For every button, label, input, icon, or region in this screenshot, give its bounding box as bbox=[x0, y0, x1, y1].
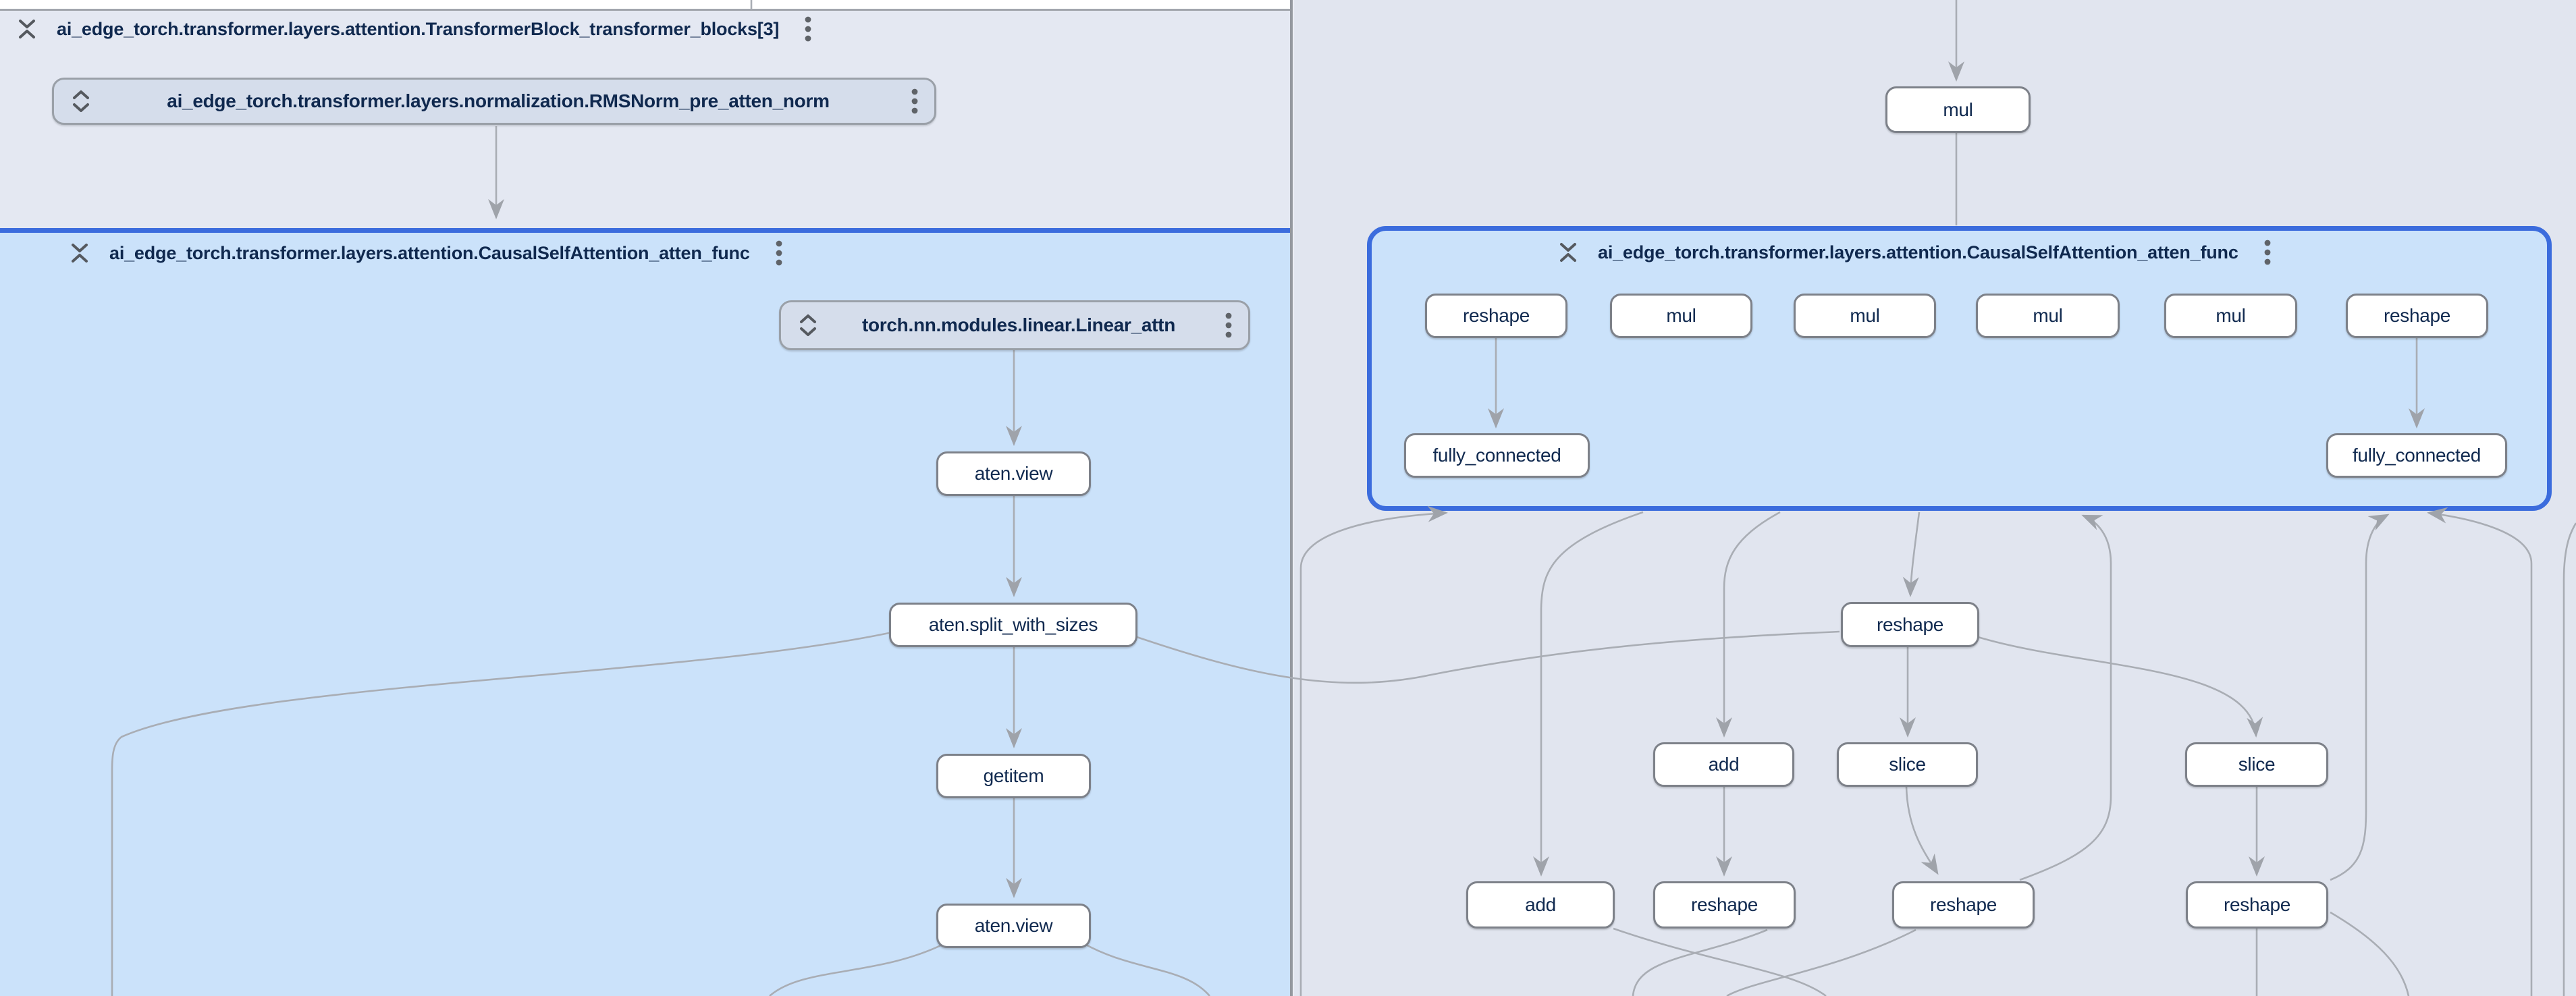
op-node-add-bottom[interactable]: add bbox=[1466, 881, 1615, 929]
attention-group-left-title: ai_edge_torch.transformer.layers.attenti… bbox=[109, 243, 750, 264]
op-node-reshape-right[interactable]: reshape bbox=[2346, 294, 2488, 338]
op-label: mul bbox=[1943, 99, 1973, 121]
canvas-top-strip bbox=[0, 0, 1291, 11]
layer-node-rmsnorm[interactable]: ai_edge_torch.transformer.layers.normali… bbox=[52, 78, 936, 125]
unfold-less-icon[interactable] bbox=[1556, 238, 1580, 267]
unfold-less-icon[interactable] bbox=[15, 14, 39, 44]
op-label: reshape bbox=[1930, 894, 1997, 916]
op-node-getitem[interactable]: getitem bbox=[936, 754, 1091, 798]
op-label: reshape bbox=[1691, 894, 1758, 916]
op-node-fully-connected-left[interactable]: fully_connected bbox=[1404, 433, 1590, 478]
op-label: slice bbox=[2238, 754, 2276, 775]
op-node-reshape-b1[interactable]: reshape bbox=[1653, 881, 1796, 929]
op-label: reshape bbox=[2384, 305, 2450, 327]
op-label: add bbox=[1525, 894, 1556, 916]
op-node-slice-mid[interactable]: slice bbox=[1837, 742, 1978, 787]
op-node-slice-right[interactable]: slice bbox=[2185, 742, 2328, 787]
unfold-more-icon[interactable] bbox=[796, 310, 820, 340]
op-label: aten.view bbox=[975, 915, 1053, 937]
kebab-menu-icon[interactable] bbox=[774, 238, 784, 269]
op-label: mul bbox=[2033, 305, 2062, 327]
op-node-reshape-b2[interactable]: reshape bbox=[1892, 881, 2035, 929]
op-label: slice bbox=[1889, 754, 1926, 775]
op-node-mul-3[interactable]: mul bbox=[1976, 294, 2120, 338]
group-divider-border bbox=[1290, 0, 1293, 996]
op-label: reshape bbox=[1463, 305, 1530, 327]
op-label: getitem bbox=[984, 765, 1044, 787]
layer-node-label: ai_edge_torch.transformer.layers.normali… bbox=[93, 90, 903, 112]
op-node-fully-connected-right[interactable]: fully_connected bbox=[2326, 433, 2507, 478]
op-node-mul-4[interactable]: mul bbox=[2164, 294, 2297, 338]
op-node-aten-view-1[interactable]: aten.view bbox=[936, 451, 1091, 496]
op-label: mul bbox=[2216, 305, 2245, 327]
attention-group-right-title: ai_edge_torch.transformer.layers.attenti… bbox=[1598, 242, 2238, 263]
layer-node-linear-attn[interactable]: torch.nn.modules.linear.Linear_attn bbox=[779, 300, 1250, 350]
op-label: mul bbox=[1850, 305, 1879, 327]
op-node-reshape-left[interactable]: reshape bbox=[1425, 294, 1567, 338]
op-node-split-with-sizes[interactable]: aten.split_with_sizes bbox=[889, 603, 1137, 647]
kebab-menu-icon[interactable] bbox=[803, 13, 813, 45]
attention-group-left-header[interactable]: ai_edge_torch.transformer.layers.attenti… bbox=[68, 238, 784, 269]
op-label: aten.split_with_sizes bbox=[929, 614, 1098, 636]
kebab-menu-icon[interactable] bbox=[1224, 310, 1233, 341]
op-node-aten-view-2[interactable]: aten.view bbox=[936, 904, 1091, 948]
op-node-mul-2[interactable]: mul bbox=[1794, 294, 1936, 338]
graph-canvas[interactable]: ai_edge_torch.transformer.layers.attenti… bbox=[0, 0, 2576, 996]
op-label: fully_connected bbox=[2353, 445, 2481, 466]
unfold-more-icon[interactable] bbox=[69, 86, 93, 116]
op-node-reshape-b3[interactable]: reshape bbox=[2186, 881, 2328, 929]
kebab-menu-icon[interactable] bbox=[910, 86, 919, 117]
op-label: add bbox=[1709, 754, 1740, 775]
attention-group-right-header[interactable]: ai_edge_torch.transformer.layers.attenti… bbox=[1556, 237, 2272, 268]
kebab-menu-icon[interactable] bbox=[2263, 237, 2272, 268]
transformer-block-title: ai_edge_torch.transformer.layers.attenti… bbox=[57, 19, 779, 40]
unfold-less-icon[interactable] bbox=[68, 238, 92, 268]
op-node-mul-top[interactable]: mul bbox=[1885, 86, 2031, 133]
op-label: reshape bbox=[2224, 894, 2290, 916]
op-node-mul-1[interactable]: mul bbox=[1610, 294, 1752, 338]
op-label: aten.view bbox=[975, 463, 1053, 485]
layer-node-label: torch.nn.modules.linear.Linear_attn bbox=[820, 314, 1217, 336]
op-node-reshape-mid[interactable]: reshape bbox=[1841, 602, 1979, 647]
op-node-add-mid[interactable]: add bbox=[1653, 742, 1794, 787]
op-label: fully_connected bbox=[1432, 445, 1561, 466]
transformer-block-header[interactable]: ai_edge_torch.transformer.layers.attenti… bbox=[15, 13, 813, 45]
op-label: reshape bbox=[1877, 614, 1943, 636]
op-label: mul bbox=[1666, 305, 1696, 327]
